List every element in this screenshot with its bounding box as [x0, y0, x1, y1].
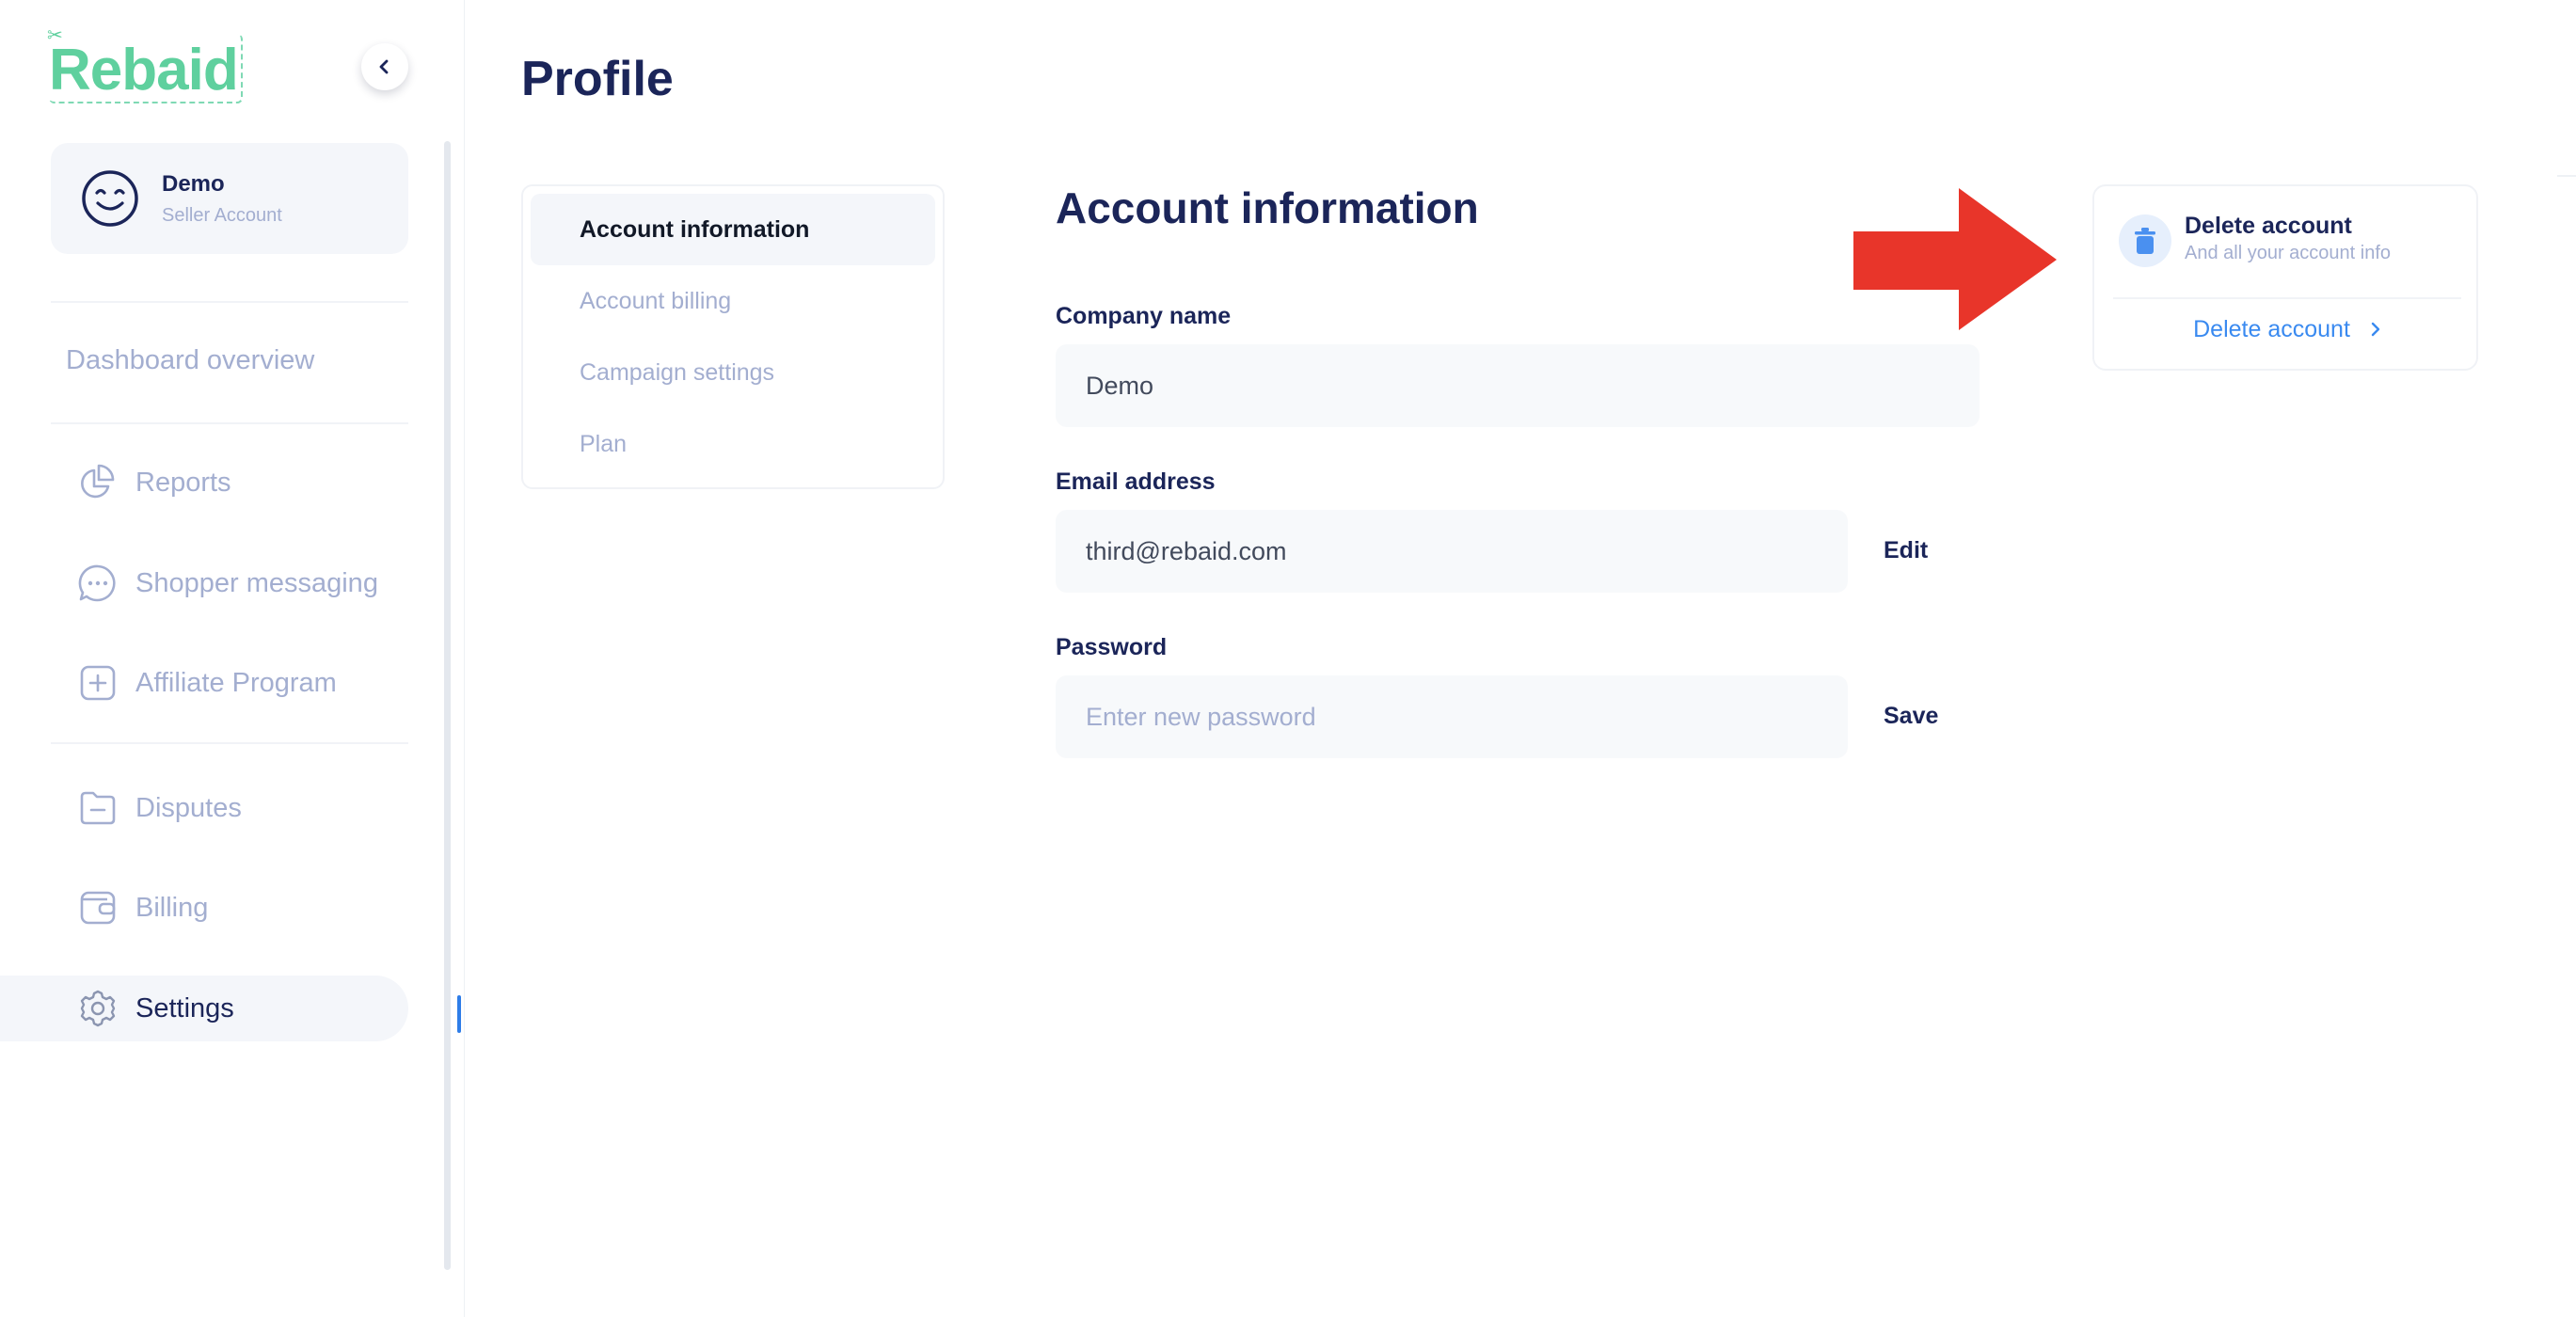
chevron-right-icon [2371, 322, 2380, 337]
delete-account-subtitle: And all your account info [2185, 243, 2392, 263]
chat-bubble-icon [78, 564, 116, 602]
sidebar-item-disputes[interactable]: Disputes [0, 775, 408, 841]
sidebar-divider [51, 422, 408, 424]
account-name: Demo [162, 171, 225, 197]
sidebar-divider [51, 301, 408, 303]
profile-subnav: Account information Account billing Camp… [521, 184, 945, 489]
chevron-left-icon [379, 59, 389, 74]
collapse-sidebar-button[interactable] [361, 43, 408, 90]
sidebar-item-settings[interactable]: Settings [0, 976, 408, 1041]
tab-campaign-settings[interactable]: Campaign settings [531, 337, 935, 408]
account-role: Seller Account [162, 205, 282, 226]
rebaid-logo[interactable]: ✂ Rebaid [47, 26, 243, 103]
save-password-button[interactable]: Save [1884, 703, 1938, 730]
sidebar-item-label: Reports [135, 467, 231, 498]
password-label: Password [1056, 634, 1168, 660]
company-name-label: Company name [1056, 303, 1232, 329]
wallet-icon [80, 891, 116, 925]
sidebar-item-label: Settings [135, 992, 234, 1023]
tab-account-billing[interactable]: Account billing [531, 265, 935, 337]
email-address-label: Email address [1056, 468, 1216, 495]
trash-icon [2135, 228, 2155, 254]
logo-text: Rebaid [49, 38, 239, 103]
delete-account-title: Delete account [2185, 213, 2352, 239]
tab-plan[interactable]: Plan [531, 408, 935, 480]
gear-icon [80, 990, 116, 1027]
sidebar-item-label: Affiliate Program [135, 667, 337, 698]
sidebar-item-dashboard-overview[interactable]: Dashboard overview [0, 327, 408, 393]
card-divider [2113, 297, 2461, 299]
page-title: Profile [521, 52, 674, 106]
company-name-field[interactable] [1056, 344, 1980, 427]
delete-account-link[interactable]: Delete account [2094, 316, 2480, 343]
sidebar-scrollbar[interactable] [444, 141, 451, 1270]
email-field[interactable] [1056, 510, 1848, 593]
password-field[interactable] [1056, 675, 1848, 758]
sidebar-item-label: Dashboard overview [66, 344, 315, 375]
sidebar-item-label: Shopper messaging [135, 567, 378, 598]
sidebar-divider [51, 742, 408, 744]
account-card[interactable]: Demo Seller Account [51, 143, 408, 254]
smiley-avatar-icon [82, 170, 138, 227]
page-edge-divider [2557, 175, 2576, 177]
sidebar-item-billing[interactable]: Billing [0, 875, 408, 941]
delete-account-card: Delete account And all your account info… [2092, 184, 2478, 371]
section-title: Account information [1056, 183, 1479, 232]
sidebar: ✂ Rebaid Demo Seller Account Dashboard o… [0, 0, 465, 1317]
sidebar-item-affiliate-program[interactable]: Affiliate Program [0, 650, 408, 716]
plus-square-icon [80, 665, 116, 701]
pie-chart-icon [81, 464, 115, 499]
sidebar-item-label: Disputes [135, 792, 242, 823]
red-arrow-icon [1853, 188, 2057, 330]
edit-email-button[interactable]: Edit [1884, 537, 1928, 564]
active-indicator [457, 995, 461, 1033]
tab-account-information[interactable]: Account information [531, 194, 935, 265]
sidebar-item-label: Billing [135, 892, 209, 923]
folder-minus-icon [80, 791, 116, 825]
delete-account-link-label: Delete account [2193, 316, 2350, 342]
trash-icon-badge [2119, 214, 2171, 267]
sidebar-item-shopper-messaging[interactable]: Shopper messaging [0, 550, 408, 616]
sidebar-item-reports[interactable]: Reports [0, 450, 408, 516]
